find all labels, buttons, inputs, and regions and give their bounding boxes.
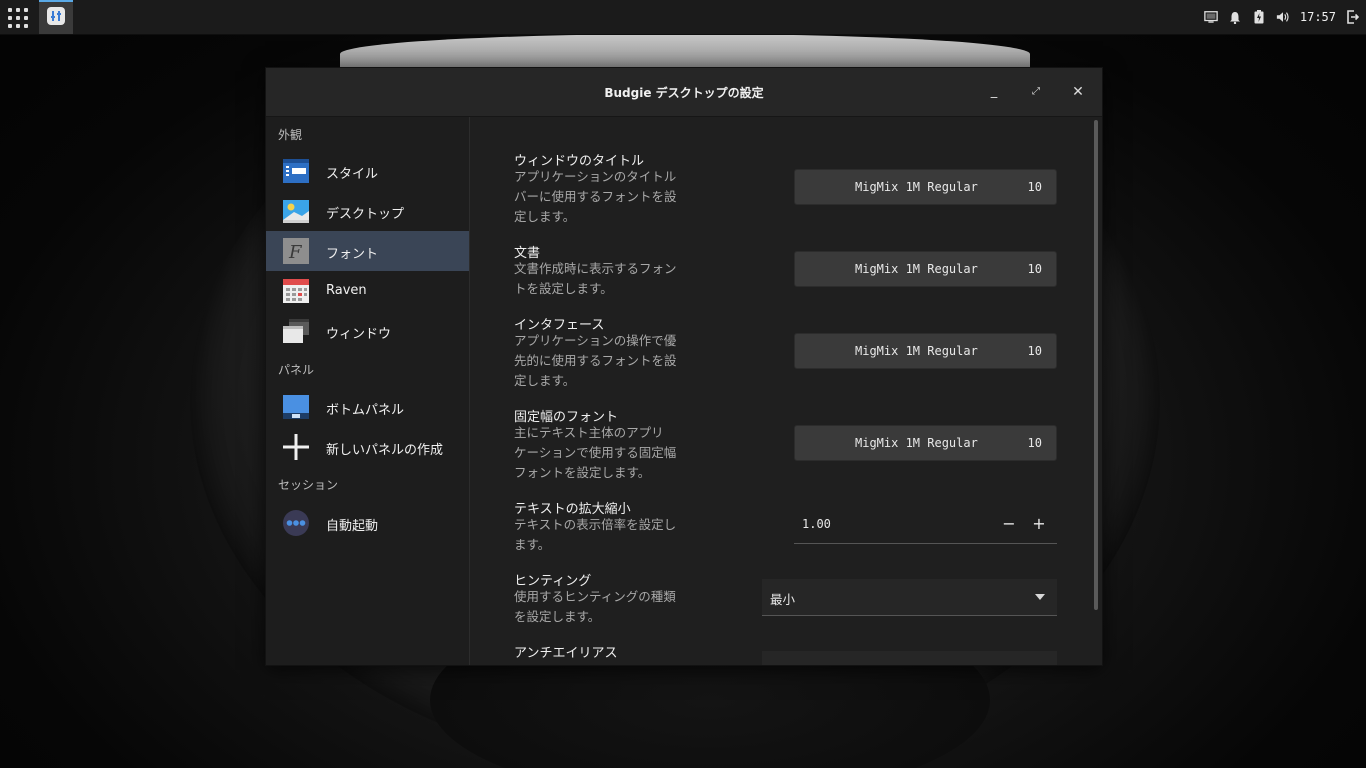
window-title-font-button[interactable]: MigMix 1M Regular 10 bbox=[794, 169, 1057, 205]
documents-font-button[interactable]: MigMix 1M Regular 10 bbox=[794, 251, 1057, 287]
sidebar-item-label: Raven bbox=[326, 283, 367, 298]
sidebar-item-windows[interactable]: ウィンドウ bbox=[266, 311, 469, 351]
logout-icon[interactable] bbox=[1346, 10, 1360, 24]
desc-line: テキストの表示倍率を設定し bbox=[514, 517, 677, 532]
settings-app-icon bbox=[47, 7, 65, 25]
decrease-button[interactable]: − bbox=[998, 513, 1020, 535]
font-size: 10 bbox=[1027, 262, 1042, 276]
setting-desc-monospace: 主にテキスト主体のアプリ ケーションで使用する固定幅 フォントを設定します。 bbox=[514, 423, 694, 483]
desc-line: 使用するヒンティングの種類 bbox=[514, 589, 676, 604]
setting-desc-window-title: アプリケーションのタイトル バーに使用するフォントを設 定します。 bbox=[514, 167, 694, 227]
maximize-button[interactable]: ⤢ bbox=[1024, 80, 1048, 104]
plus-icon bbox=[282, 433, 310, 461]
desc-line: アプリケーションのタイトル bbox=[514, 169, 677, 184]
desc-line: 定します。 bbox=[514, 373, 576, 388]
panel-icon bbox=[282, 393, 310, 421]
window-title: Budgie デスクトップの設定 bbox=[604, 86, 764, 100]
bell-icon[interactable] bbox=[1228, 10, 1242, 24]
calendar-icon bbox=[282, 277, 310, 305]
sidebar-item-label: デスクトップ bbox=[326, 207, 405, 222]
dots-icon bbox=[282, 509, 310, 537]
sidebar-item-raven[interactable]: Raven bbox=[266, 271, 469, 311]
sidebar-item-label: ウィンドウ bbox=[326, 327, 392, 342]
font-name: MigMix 1M Regular bbox=[855, 344, 978, 358]
setting-desc-hinting: 使用するヒンティングの種類 を設定します。 bbox=[514, 587, 694, 627]
desc-line: アプリケーションの操作で優 bbox=[514, 333, 677, 348]
setting-title-antialiasing: アンチエイリアス bbox=[514, 646, 618, 661]
settings-sidebar: 外観 スタイル デスクトップ F フォント Raven ウィンドウ パネル ボト… bbox=[266, 117, 470, 665]
font-name: MigMix 1M Regular bbox=[855, 180, 978, 194]
volume-icon[interactable] bbox=[1276, 10, 1290, 24]
hinting-value: 最小 bbox=[770, 592, 796, 607]
sidebar-item-bottom-panel[interactable]: ボトムパネル bbox=[266, 387, 469, 427]
sidebar-item-fonts[interactable]: F フォント bbox=[266, 231, 469, 271]
font-icon: F bbox=[282, 237, 310, 265]
sidebar-item-autostart[interactable]: 自動起動 bbox=[266, 503, 469, 543]
sidebar-item-label: ボトムパネル bbox=[326, 403, 405, 418]
increase-button[interactable]: + bbox=[1028, 513, 1050, 535]
desc-line: フォントを設定します。 bbox=[514, 465, 651, 480]
panel-clock[interactable]: 17:57 bbox=[1300, 10, 1336, 24]
system-tray: 17:57 bbox=[1204, 0, 1366, 34]
font-size: 10 bbox=[1027, 436, 1042, 450]
sidebar-item-label: 新しいパネルの作成 bbox=[326, 443, 444, 458]
desc-line: 文書作成時に表示するフォン bbox=[514, 261, 677, 276]
fonts-settings-panel: ウィンドウのタイトル アプリケーションのタイトル バーに使用するフォントを設 定… bbox=[470, 117, 1102, 665]
close-button[interactable]: ✕ bbox=[1066, 80, 1090, 104]
chevron-down-icon bbox=[1035, 594, 1045, 600]
active-app-indicator bbox=[39, 0, 73, 2]
svg-text:F: F bbox=[288, 242, 303, 263]
window-titlebar[interactable]: Budgie デスクトップの設定 _ ⤢ ✕ bbox=[266, 68, 1102, 117]
font-name: MigMix 1M Regular bbox=[855, 436, 978, 450]
desc-line: 先的に使用するフォントを設 bbox=[514, 353, 677, 368]
desc-line: 主にテキスト主体のアプリ bbox=[514, 425, 664, 440]
desc-line: バーに使用するフォントを設 bbox=[514, 189, 677, 204]
section-title-panels: パネル bbox=[278, 363, 315, 377]
monospace-font-button[interactable]: MigMix 1M Regular 10 bbox=[794, 425, 1057, 461]
desc-line: ケーションで使用する固定幅 bbox=[514, 445, 677, 460]
font-name: MigMix 1M Regular bbox=[855, 262, 978, 276]
style-icon bbox=[282, 157, 310, 185]
minimize-button[interactable]: _ bbox=[982, 80, 1006, 104]
windows-icon bbox=[282, 317, 310, 345]
sidebar-item-label: フォント bbox=[326, 247, 379, 262]
setting-desc-text-scaling: テキストの表示倍率を設定し ます。 bbox=[514, 515, 694, 555]
top-panel: 17:57 bbox=[0, 0, 1366, 35]
font-size: 10 bbox=[1027, 344, 1042, 358]
display-icon[interactable] bbox=[1204, 10, 1218, 24]
app-menu-icon[interactable] bbox=[8, 8, 28, 28]
sidebar-item-style[interactable]: スタイル bbox=[266, 151, 469, 191]
setting-desc-documents: 文書作成時に表示するフォン トを設定します。 bbox=[514, 259, 694, 299]
text-scaling-value[interactable]: 1.00 bbox=[802, 517, 831, 531]
hinting-dropdown[interactable]: 最小 bbox=[762, 579, 1057, 616]
antialiasing-dropdown[interactable] bbox=[762, 651, 1057, 665]
sidebar-item-desktop[interactable]: デスクトップ bbox=[266, 191, 469, 231]
setting-desc-interface: アプリケーションの操作で優 先的に使用するフォントを設 定します。 bbox=[514, 331, 694, 391]
sidebar-item-label: 自動起動 bbox=[326, 519, 379, 534]
sidebar-item-new-panel[interactable]: 新しいパネルの作成 bbox=[266, 427, 469, 467]
section-title-session: セッション bbox=[278, 478, 339, 492]
interface-font-button[interactable]: MigMix 1M Regular 10 bbox=[794, 333, 1057, 369]
desc-line: を設定します。 bbox=[514, 609, 601, 624]
content-scrollbar[interactable] bbox=[1094, 120, 1098, 610]
sidebar-item-label: スタイル bbox=[326, 167, 379, 182]
desc-line: 定します。 bbox=[514, 209, 576, 224]
font-size: 10 bbox=[1027, 180, 1042, 194]
desc-line: ます。 bbox=[514, 537, 551, 552]
section-title-appearance: 外観 bbox=[278, 128, 303, 142]
desktop-icon bbox=[282, 197, 310, 225]
desc-line: トを設定します。 bbox=[514, 281, 613, 296]
budgie-settings-window: Budgie デスクトップの設定 _ ⤢ ✕ 外観 スタイル デスクトップ F … bbox=[265, 67, 1103, 666]
taskbar-app-budgie-settings[interactable] bbox=[39, 0, 73, 34]
text-scaling-spinbutton: 1.00 − + bbox=[794, 507, 1057, 544]
battery-icon[interactable] bbox=[1252, 10, 1266, 24]
